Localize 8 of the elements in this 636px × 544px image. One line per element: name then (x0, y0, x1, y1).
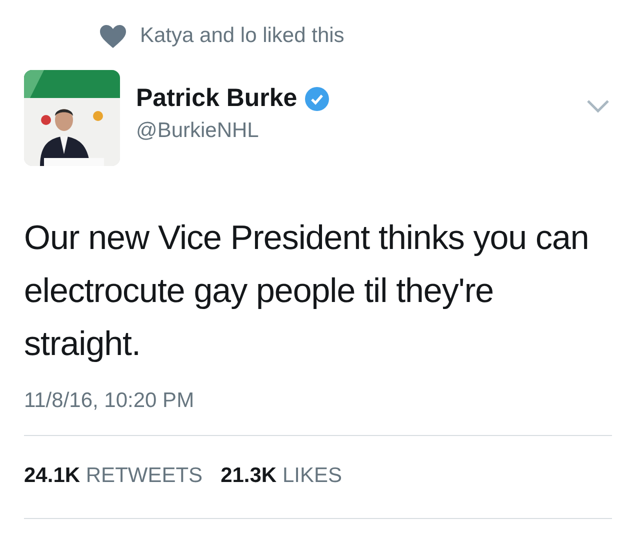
liked-by-text: Katya and lo liked this (140, 24, 344, 48)
tweet-timestamp: 11/8/16, 10:20 PM (24, 389, 612, 436)
heart-icon (100, 24, 126, 48)
author-name[interactable]: Patrick Burke (136, 84, 298, 113)
tweet-text: Our new Vice President thinks you can electrocute gay people til they're straight. (24, 218, 590, 365)
stat-count[interactable]: 24.1K RETWEETS (24, 464, 203, 488)
author-handle[interactable]: @BurkieNHL (136, 119, 570, 143)
stat-count[interactable]: 21.3K LIKES (220, 464, 342, 488)
